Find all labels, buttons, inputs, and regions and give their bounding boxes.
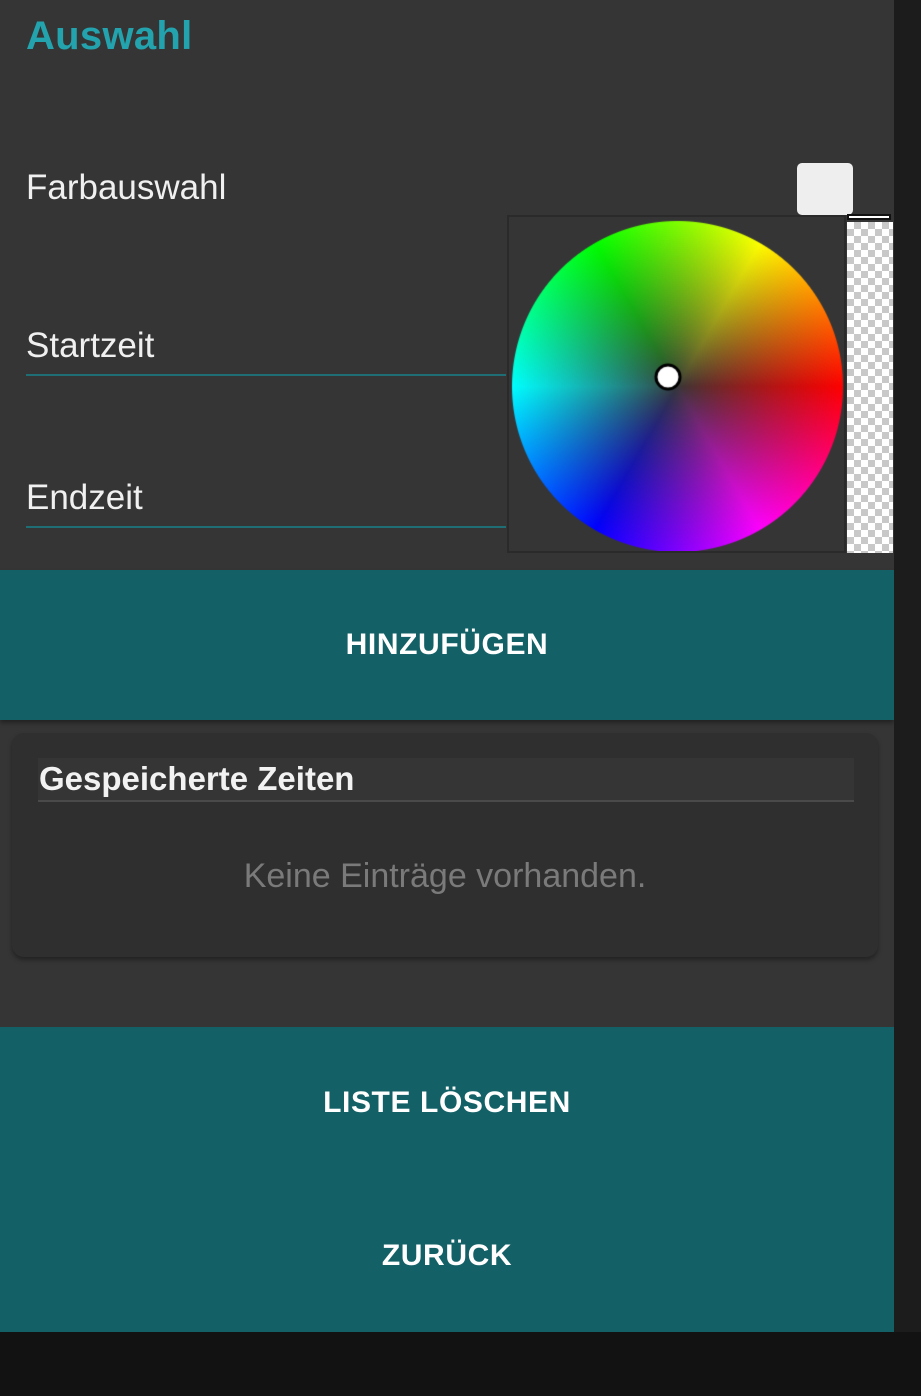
right-edge-strip (894, 0, 921, 1332)
app-screen: Auswahl Farbauswahl Startzeit Endzeit HI… (0, 0, 894, 1332)
saved-times-title: Gespeicherte Zeiten (39, 760, 355, 797)
back-button[interactable]: ZURÜCK (0, 1179, 894, 1332)
clear-list-button[interactable]: LISTE LÖSCHEN (0, 1027, 894, 1179)
add-button[interactable]: HINZUFÜGEN (0, 570, 894, 720)
color-selection-label: Farbauswahl (26, 168, 227, 207)
page-title: Auswahl (26, 14, 193, 58)
bottom-bar (0, 1332, 921, 1396)
start-time-field[interactable]: Startzeit (26, 322, 506, 376)
saved-times-header: Gespeicherte Zeiten (38, 758, 854, 802)
empty-list-message: Keine Einträge vorhanden. (243, 857, 647, 895)
alpha-slider-handle[interactable] (847, 214, 891, 220)
end-time-label: Endzeit (26, 478, 143, 517)
color-picker-panel[interactable] (507, 215, 846, 553)
end-time-field[interactable]: Endzeit (26, 474, 506, 528)
start-time-label: Startzeit (26, 326, 155, 365)
color-wheel-icon[interactable] (509, 217, 844, 551)
selected-color-swatch[interactable] (797, 163, 853, 215)
saved-times-card: Gespeicherte Zeiten Keine Einträge vorha… (12, 733, 878, 957)
alpha-slider[interactable] (847, 222, 893, 553)
